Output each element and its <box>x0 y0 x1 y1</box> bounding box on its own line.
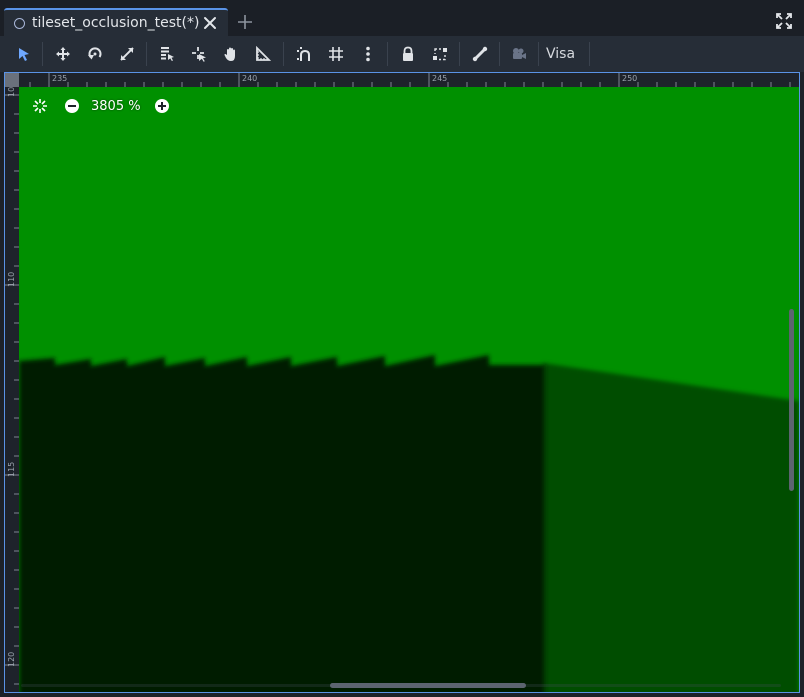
scene-tab-title: tileset_occlusion_test(*) <box>32 15 200 31</box>
grid-snap-button[interactable] <box>325 43 347 65</box>
move-tool-button[interactable] <box>52 43 74 65</box>
editor-window: tileset_occlusion_test(*) Visa 235 240 2… <box>0 0 804 697</box>
zoom-out-button[interactable] <box>63 97 81 115</box>
lock-button[interactable] <box>397 43 419 65</box>
bone-icon <box>472 46 488 62</box>
toolbar-separator <box>283 42 284 66</box>
canvas-viewport[interactable]: 235 240 245 250 105 110 115 120 3805 % <box>4 72 800 693</box>
canvas-toolbar: Visa <box>0 36 804 72</box>
scene-tab[interactable]: tileset_occlusion_test(*) <box>4 8 228 36</box>
select-tool-button[interactable] <box>13 43 35 65</box>
occlusion-shadow-slope <box>543 363 799 692</box>
scene-tab-bar: tileset_occlusion_test(*) <box>0 0 804 36</box>
camera-override-button[interactable] <box>508 43 530 65</box>
toolbar-separator <box>42 42 43 66</box>
zoom-in-icon <box>154 99 169 113</box>
smart-snap-icon <box>297 47 310 61</box>
ruler-label: 110 <box>7 272 16 287</box>
horizontal-scrollbar[interactable] <box>330 683 526 688</box>
ruler-corner[interactable] <box>5 73 19 87</box>
toolbar-separator <box>499 42 500 66</box>
horizontal-ruler[interactable]: 235 240 245 250 <box>19 73 799 87</box>
grid-snap-icon <box>329 47 343 61</box>
lock-icon <box>403 46 413 61</box>
ruler-icon <box>256 46 271 61</box>
add-tab-icon[interactable] <box>236 13 254 31</box>
group-icon <box>433 48 447 61</box>
toolbar-separator <box>538 42 539 66</box>
pivot-icon <box>192 47 206 62</box>
ruler-ticks <box>5 94 19 685</box>
pivot-tool-button[interactable] <box>188 43 210 65</box>
pan-icon <box>224 47 235 61</box>
zoom-level[interactable]: 3805 % <box>91 99 141 114</box>
toolbar-separator <box>589 42 590 66</box>
ruler-label: 105 <box>7 87 16 97</box>
smart-snap-button[interactable] <box>293 43 315 65</box>
vertical-ruler[interactable]: 105 110 115 120 <box>5 87 19 692</box>
pan-tool-button[interactable] <box>220 43 242 65</box>
group-button[interactable] <box>429 43 451 65</box>
scene-canvas[interactable] <box>19 87 799 692</box>
list-select-icon <box>161 47 174 61</box>
camera-icon <box>513 48 526 59</box>
zoom-reset-button[interactable] <box>31 97 49 115</box>
rotate-icon <box>88 47 102 60</box>
snap-options-button[interactable] <box>357 43 379 65</box>
view-menu-button[interactable]: Visa <box>546 43 575 65</box>
scene-unsaved-icon <box>14 17 25 29</box>
ruler-label: 235 <box>52 74 67 83</box>
ruler-label: 120 <box>7 652 16 667</box>
ruler-label: 250 <box>622 74 637 83</box>
toolbar-separator <box>146 42 147 66</box>
zoom-out-icon <box>65 99 79 113</box>
skeleton-button[interactable] <box>469 43 491 65</box>
vertical-scrollbar[interactable] <box>789 309 794 491</box>
toolbar-separator <box>459 42 460 66</box>
expand-icon[interactable] <box>776 13 792 29</box>
center-view-icon <box>33 99 47 113</box>
zoom-controls: 3805 % <box>31 95 171 117</box>
ruler-label: 240 <box>242 74 257 83</box>
scale-tool-button[interactable] <box>116 43 138 65</box>
more-vertical-icon <box>366 46 370 62</box>
scale-icon <box>120 47 134 61</box>
move-icon <box>56 47 70 61</box>
ruler-label: 115 <box>7 462 16 477</box>
occlusion-shadow-stepped <box>19 355 545 692</box>
ruler-ticks <box>29 73 791 87</box>
list-select-button[interactable] <box>156 43 178 65</box>
zoom-in-button[interactable] <box>153 97 171 115</box>
ruler-tool-button[interactable] <box>252 43 274 65</box>
select-icon <box>19 48 29 61</box>
rotate-tool-button[interactable] <box>84 43 106 65</box>
ruler-label: 245 <box>432 74 447 83</box>
toolbar-separator <box>387 42 388 66</box>
close-icon[interactable] <box>202 15 218 31</box>
